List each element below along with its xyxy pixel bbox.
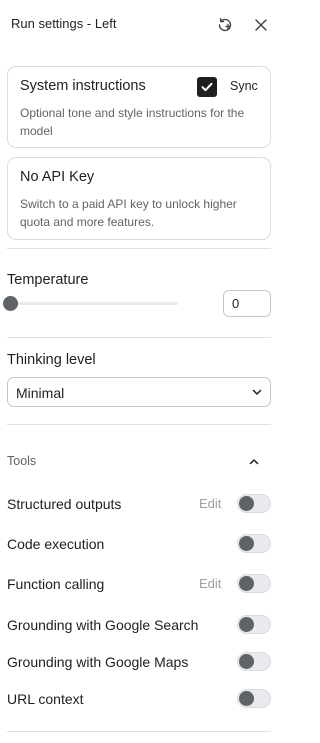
tool-label: URL context bbox=[7, 691, 84, 707]
structured-outputs-toggle[interactable] bbox=[237, 494, 271, 513]
tool-row-function-calling: Function calling Edit bbox=[0, 572, 283, 598]
panel-title: Run settings - Left bbox=[11, 16, 117, 31]
tool-row-code-execution: Code execution bbox=[0, 532, 283, 558]
panel-header: Run settings - Left bbox=[0, 0, 283, 50]
tools-section-label: Tools bbox=[7, 454, 37, 468]
chevron-down-icon bbox=[250, 385, 264, 399]
tool-row-google-search: Grounding with Google Search bbox=[0, 613, 283, 639]
sync-checkbox[interactable] bbox=[197, 77, 217, 97]
tool-label: Code execution bbox=[7, 536, 105, 552]
tool-label: Function calling bbox=[7, 576, 105, 592]
google-maps-toggle[interactable] bbox=[237, 652, 271, 671]
divider bbox=[7, 337, 271, 338]
close-icon[interactable] bbox=[250, 14, 272, 36]
divider bbox=[7, 424, 271, 425]
edit-link[interactable]: Edit bbox=[199, 496, 221, 511]
url-context-toggle[interactable] bbox=[237, 689, 271, 708]
edit-link[interactable]: Edit bbox=[199, 576, 221, 591]
thinking-level-label: Thinking level bbox=[7, 352, 96, 368]
google-search-toggle[interactable] bbox=[237, 615, 271, 634]
temperature-input[interactable] bbox=[223, 290, 271, 317]
system-instructions-card[interactable]: System instructions Sync Optional tone a… bbox=[7, 66, 271, 148]
tool-row-url-context: URL context bbox=[0, 687, 283, 713]
chevron-up-icon[interactable] bbox=[246, 454, 262, 470]
check-icon bbox=[201, 82, 213, 92]
code-execution-toggle[interactable] bbox=[237, 534, 271, 553]
system-instructions-description: Optional tone and style instructions for… bbox=[20, 106, 245, 138]
tool-row-structured-outputs: Structured outputs Edit bbox=[0, 492, 283, 518]
system-instructions-title: System instructions bbox=[20, 78, 146, 94]
tool-label: Grounding with Google Search bbox=[7, 617, 199, 633]
sync-label: Sync bbox=[230, 79, 258, 93]
api-key-card[interactable]: No API Key Switch to a paid API key to u… bbox=[7, 157, 271, 240]
function-calling-toggle[interactable] bbox=[237, 574, 271, 593]
reset-settings-icon[interactable] bbox=[214, 14, 236, 36]
thinking-level-value: Minimal bbox=[16, 385, 65, 401]
divider bbox=[7, 248, 271, 249]
tool-label: Structured outputs bbox=[7, 496, 122, 512]
tool-row-google-maps: Grounding with Google Maps bbox=[0, 650, 283, 676]
tool-label: Grounding with Google Maps bbox=[7, 654, 189, 670]
temperature-slider-thumb[interactable] bbox=[3, 296, 18, 311]
temperature-label: Temperature bbox=[7, 272, 89, 288]
temperature-slider-track[interactable] bbox=[10, 302, 178, 305]
divider bbox=[7, 731, 271, 732]
thinking-level-select[interactable]: Minimal bbox=[7, 377, 271, 407]
api-key-title: No API Key bbox=[20, 169, 95, 185]
api-key-description: Switch to a paid API key to unlock highe… bbox=[20, 197, 237, 229]
